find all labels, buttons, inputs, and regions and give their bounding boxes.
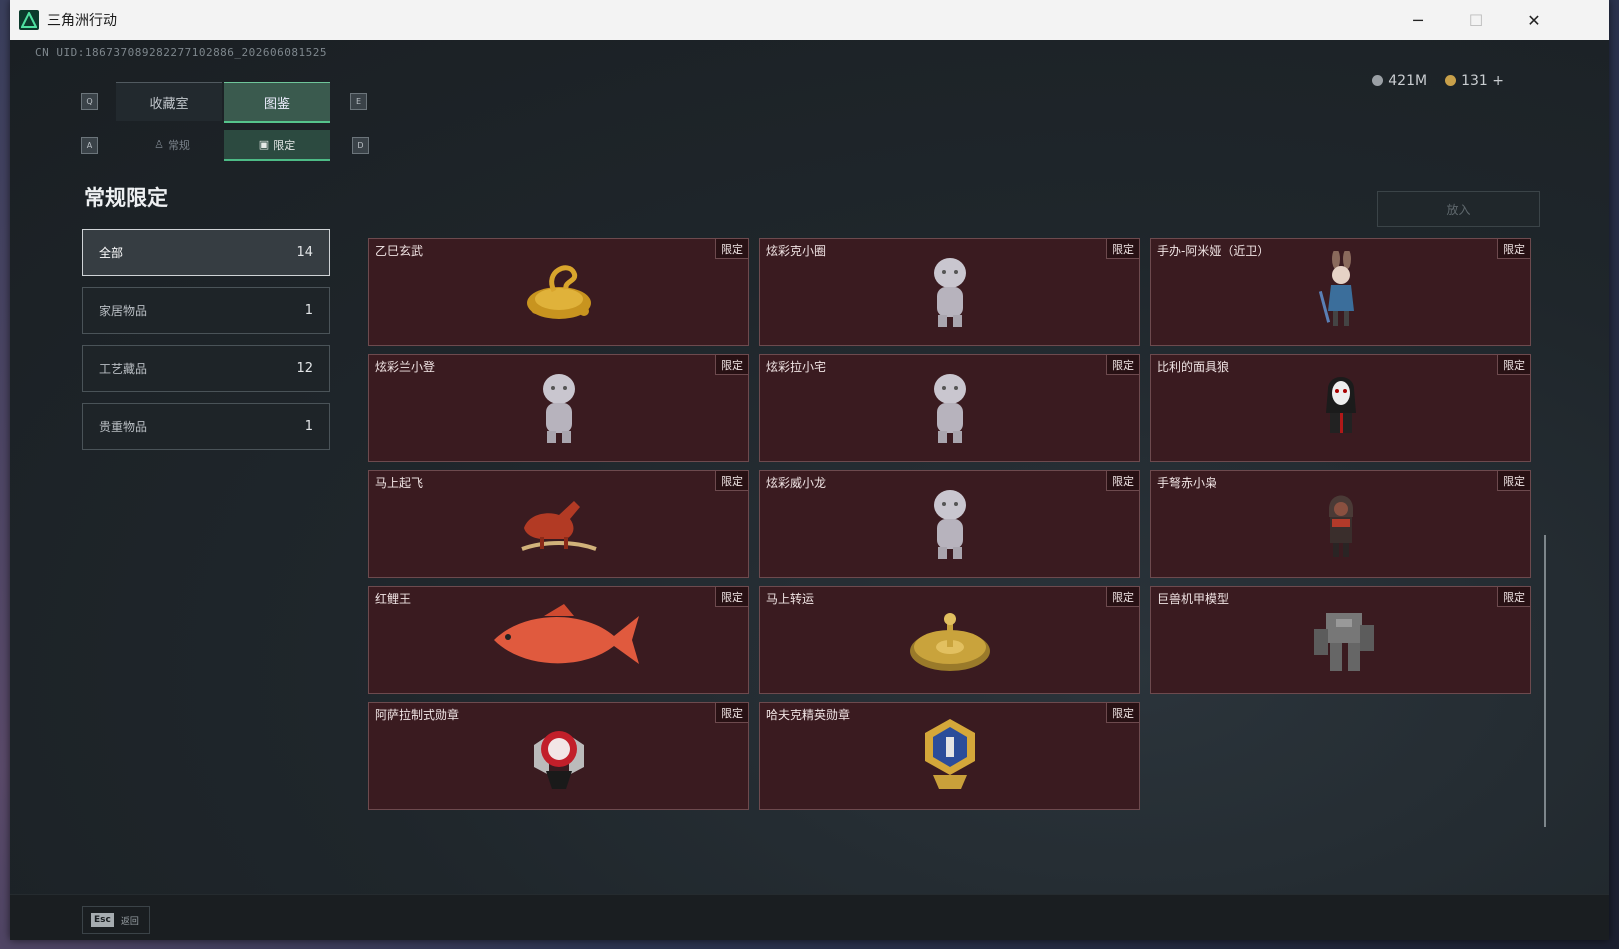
- category-home[interactable]: 家居物品 1: [82, 287, 330, 334]
- item-name: 乙巳玄武: [375, 244, 424, 258]
- elite-medal-icon: [915, 715, 985, 799]
- red-horse-icon: [514, 483, 604, 567]
- subtab-limited[interactable]: ▣ 限定: [224, 130, 330, 161]
- medal-icon: [524, 715, 594, 799]
- figurine-icon: [534, 367, 584, 451]
- back-button[interactable]: Esc 返回: [82, 906, 150, 934]
- item-name: 手弩赤小枭: [1157, 476, 1218, 490]
- item-name: 哈夫克精英勋章: [766, 708, 851, 722]
- limited-badge: 限定: [1106, 355, 1139, 375]
- golden-snake-turtle-icon: [514, 251, 604, 335]
- item-card[interactable]: 手办-阿米娅（近卫） 限定: [1150, 238, 1531, 346]
- item-card[interactable]: 巨兽机甲模型 限定: [1150, 586, 1531, 694]
- gold-coin-icon: [1445, 75, 1457, 86]
- figurine-icon: [925, 251, 975, 335]
- currency-bar: 421M 131 +: [1372, 73, 1504, 89]
- item-card[interactable]: 炫彩克小圈 限定: [759, 238, 1140, 346]
- item-card[interactable]: 手弩赤小枭 限定: [1150, 470, 1531, 578]
- mech-model-icon: [1296, 599, 1386, 683]
- close-button[interactable]: ✕: [1505, 0, 1563, 40]
- limited-badge: 限定: [715, 355, 748, 375]
- item-name: 巨兽机甲模型: [1157, 592, 1230, 606]
- item-name: 阿萨拉制式勋章: [375, 708, 460, 722]
- category-valuable[interactable]: 贵重物品 1: [82, 403, 330, 450]
- item-name: 马上起飞: [375, 476, 424, 490]
- item-name: 马上转运: [766, 592, 815, 606]
- item-name: 炫彩拉小宅: [766, 360, 827, 374]
- page-title: 常规限定: [84, 186, 168, 210]
- limited-badge: 限定: [715, 587, 748, 607]
- category-craft[interactable]: 工艺藏品 12: [82, 345, 330, 392]
- main-content: CN UID:1867370892822771028​86_2026060815…: [10, 40, 1609, 940]
- masked-puppet-icon: [1316, 367, 1366, 451]
- figurine-icon: [925, 367, 975, 451]
- window-title: 三角洲行动: [47, 13, 117, 29]
- item-card[interactable]: 比利的面具狼 限定: [1150, 354, 1531, 462]
- subtab-regular[interactable]: ♙ 常规: [122, 130, 222, 159]
- limited-badge: 限定: [1497, 355, 1530, 375]
- minimize-button[interactable]: ─: [1389, 0, 1447, 40]
- item-card[interactable]: 炫彩威小龙 限定: [759, 470, 1140, 578]
- limited-badge: 限定: [715, 471, 748, 491]
- item-card[interactable]: 阿萨拉制式勋章 限定: [368, 702, 749, 810]
- item-name: 比利的面具狼: [1157, 360, 1230, 374]
- money-display: 421M: [1372, 73, 1427, 89]
- item-name: 炫彩克小圈: [766, 244, 827, 258]
- key-hint-a: A: [81, 137, 98, 154]
- user-uid: CN UID:1867370892822771028​86_2026060815…: [35, 46, 328, 59]
- item-card[interactable]: 炫彩拉小宅 限定: [759, 354, 1140, 462]
- item-card[interactable]: 红鲤王 限定: [368, 586, 749, 694]
- key-hint-d: D: [352, 137, 369, 154]
- tab-collection-room[interactable]: 收藏室: [116, 82, 222, 121]
- esc-key: Esc: [91, 913, 114, 927]
- red-carp-icon: [474, 604, 644, 678]
- item-name: 手办-阿米娅（近卫）: [1157, 244, 1270, 258]
- key-hint-q: Q: [81, 93, 98, 110]
- footer-bar: [10, 894, 1609, 940]
- limited-badge: 限定: [1497, 239, 1530, 259]
- hooded-figure-icon: [1316, 483, 1366, 567]
- maximize-button[interactable]: ☐: [1447, 0, 1505, 40]
- scrollbar[interactable]: [1544, 535, 1546, 827]
- silver-coin-icon: [1372, 75, 1384, 86]
- limited-badge: 限定: [1106, 587, 1139, 607]
- limited-badge: 限定: [1106, 471, 1139, 491]
- item-card[interactable]: 哈夫克精英勋章 限定: [759, 702, 1140, 810]
- item-name: 炫彩威小龙: [766, 476, 827, 490]
- item-name: 红鲤王: [375, 592, 412, 606]
- app-logo-icon: [19, 10, 39, 30]
- item-card[interactable]: 马上起飞 限定: [368, 470, 749, 578]
- item-card[interactable]: 乙巳玄武 限定: [368, 238, 749, 346]
- figurine-icon: [925, 483, 975, 567]
- limited-badge: 限定: [1497, 587, 1530, 607]
- rabbit-girl-figure-icon: [1316, 249, 1366, 335]
- limited-badge: 限定: [715, 703, 748, 723]
- app-window: 三角洲行动 ─ ☐ ✕ CN UID:1867370892822771028​8…: [10, 0, 1609, 940]
- item-card[interactable]: 炫彩兰小登 限定: [368, 354, 749, 462]
- limited-badge: 限定: [715, 239, 748, 259]
- add-coins-button[interactable]: +: [1492, 73, 1504, 89]
- title-bar: 三角洲行动 ─ ☐ ✕: [10, 0, 1609, 40]
- tab-catalog[interactable]: 图鉴: [224, 82, 330, 123]
- limited-badge: 限定: [1497, 471, 1530, 491]
- item-name: 炫彩兰小登: [375, 360, 436, 374]
- category-all[interactable]: 全部 14: [82, 229, 330, 276]
- limited-icon: ▣: [258, 138, 270, 151]
- limited-badge: 限定: [1106, 703, 1139, 723]
- regular-icon: ♙: [154, 138, 164, 151]
- golden-wheel-icon: [905, 599, 995, 683]
- coin-display: 131 +: [1445, 73, 1504, 89]
- limited-badge: 限定: [1106, 239, 1139, 259]
- put-in-button[interactable]: 放入: [1377, 191, 1540, 227]
- item-card[interactable]: 马上转运 限定: [759, 586, 1140, 694]
- key-hint-e: E: [350, 93, 367, 110]
